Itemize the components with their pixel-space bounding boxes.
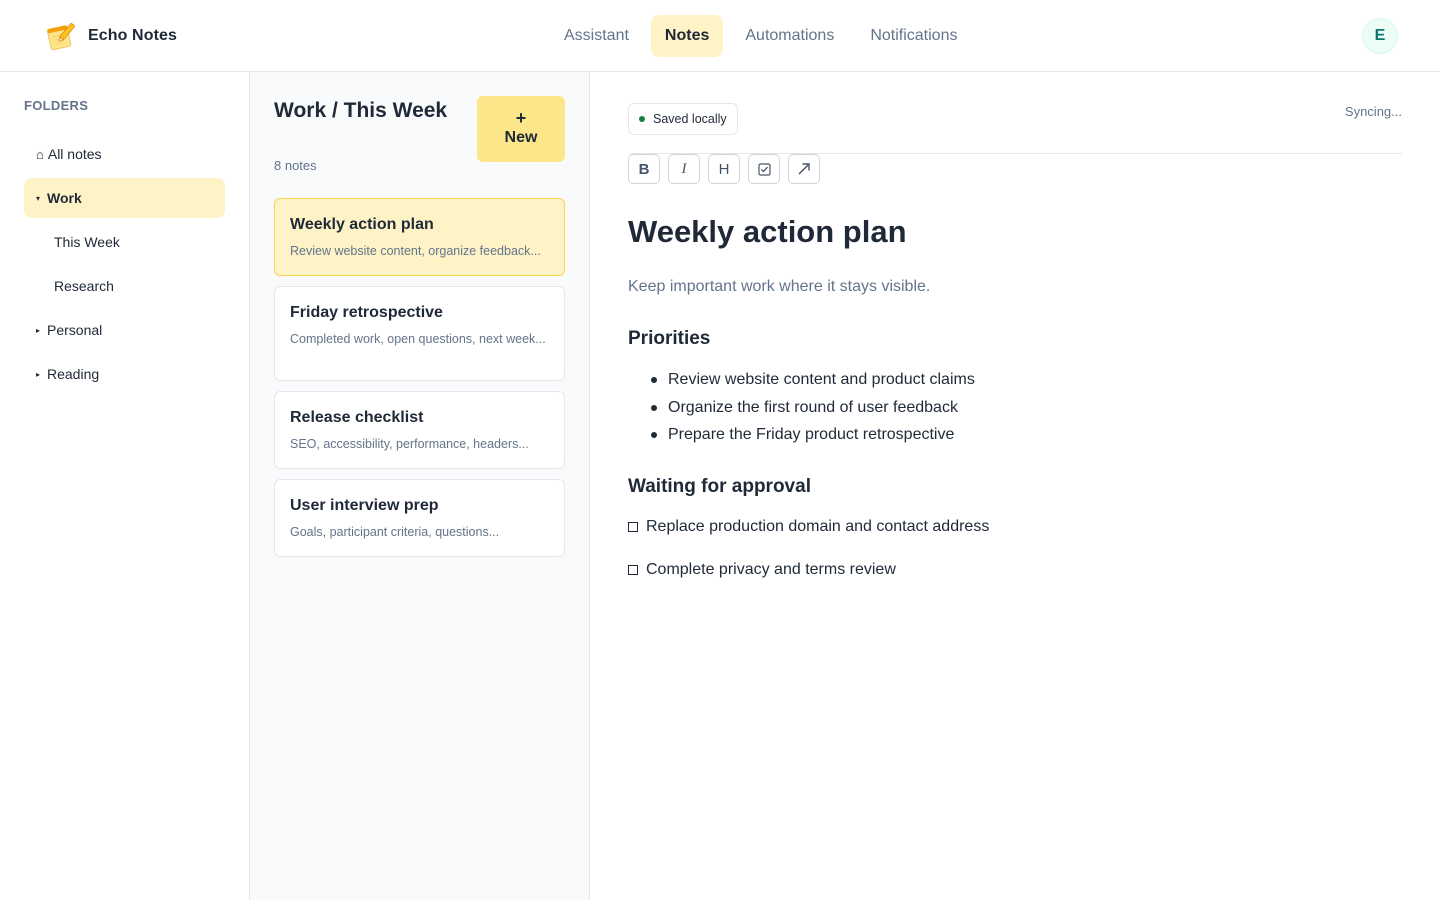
arrow-up-right-icon: [798, 163, 810, 175]
list-item[interactable]: Organize the first round of user feedbac…: [651, 398, 975, 426]
user-avatar[interactable]: E: [1362, 18, 1398, 54]
note-card-snippet: Review website content, organize feedbac…: [290, 244, 541, 258]
caret-right-icon[interactable]: ▸: [36, 326, 41, 335]
sidebar-item-work[interactable]: ▾ Work: [24, 178, 225, 218]
note-list-title: Work / This Week: [274, 99, 448, 122]
bullet-icon: [651, 432, 657, 438]
heading-button[interactable]: H: [708, 154, 740, 184]
notepad-pencil-icon: [47, 23, 75, 51]
sidebar-item-all-notes[interactable]: ⌂ All notes: [24, 134, 225, 174]
note-card-title: Release checklist: [290, 409, 424, 426]
section-heading-priorities[interactable]: Priorities: [628, 328, 710, 350]
sidebar-item-label: Reading: [47, 366, 100, 382]
app-name: Echo Notes: [88, 27, 178, 44]
bold-button[interactable]: B: [628, 154, 660, 184]
note-subtitle[interactable]: Keep important work where it stays visib…: [628, 278, 930, 296]
list-item-text: Review website content and product claim…: [668, 371, 975, 388]
sidebar-item-research[interactable]: Research: [24, 266, 225, 306]
status-dot-icon: [639, 116, 645, 122]
sidebar-item-this-week[interactable]: This Week: [24, 222, 225, 262]
saved-status-text: Saved locally: [653, 112, 727, 126]
note-card-friday-retrospective[interactable]: Friday retrospective Completed work, ope…: [274, 286, 565, 381]
bullet-icon: [651, 404, 657, 411]
folder-sidebar: FOLDERS ⌂ All notes ▾ Work This Week Res…: [0, 72, 250, 900]
list-item-text: Prepare the Friday product retrospective: [668, 426, 955, 443]
note-card-release-checklist[interactable]: Release checklist SEO, accessibility, pe…: [274, 391, 565, 469]
checkbox-icon[interactable]: [628, 522, 638, 532]
checklist-item[interactable]: Replace production domain and contact ad…: [628, 518, 989, 536]
tab-notes[interactable]: Notes: [650, 15, 724, 57]
checklist-item-label: Complete privacy and terms review: [646, 561, 896, 578]
italic-button[interactable]: I: [668, 154, 700, 184]
sync-status: Syncing...: [1344, 104, 1402, 119]
note-card-title: Weekly action plan: [290, 216, 434, 233]
new-note-label: New: [504, 129, 538, 146]
top-bar: Echo Notes Assistant Notes Automations N…: [0, 0, 1440, 72]
checkbox-icon[interactable]: [628, 565, 638, 575]
caret-down-icon[interactable]: ▾: [36, 194, 41, 203]
sidebar-item-label: All notes: [47, 146, 102, 162]
priorities-list: Review website content and product claim…: [651, 370, 975, 453]
tab-notifications[interactable]: Notifications: [856, 15, 971, 57]
note-card-title: Friday retrospective: [290, 304, 443, 321]
sidebar-item-label: This Week: [54, 234, 120, 250]
list-item[interactable]: Prepare the Friday product retrospective: [651, 425, 975, 453]
sidebar-item-personal[interactable]: ▸ Personal: [24, 310, 225, 350]
note-count: 8 notes: [274, 158, 317, 173]
note-card-weekly-action-plan[interactable]: Weekly action plan Review website conten…: [274, 198, 565, 276]
checklist-item[interactable]: Complete privacy and terms review: [628, 561, 896, 579]
sidebar-item-label: Research: [54, 278, 114, 294]
sidebar-item-label: Work: [47, 190, 82, 206]
plus-icon: +: [515, 108, 527, 128]
new-note-button[interactable]: + New: [477, 96, 565, 162]
home-icon: ⌂: [36, 146, 44, 162]
note-editor: Saved locally Syncing... B I H Weekly ac…: [590, 72, 1440, 900]
sidebar-item-label: Personal: [47, 322, 103, 338]
format-toolbar: B I H: [628, 154, 828, 184]
sidebar-item-reading[interactable]: ▸ Reading: [24, 354, 225, 394]
note-card-snippet: Goals, participant criteria, questions..…: [290, 525, 500, 539]
note-list-panel: Work / This Week 8 notes + New Weekly ac…: [250, 72, 590, 900]
note-card-snippet: SEO, accessibility, performance, headers…: [290, 437, 529, 451]
bullet-icon: [651, 377, 657, 383]
section-heading-waiting-for-approval[interactable]: Waiting for approval: [628, 476, 811, 498]
tab-automations[interactable]: Automations: [731, 15, 848, 57]
note-card-user-interview-prep[interactable]: User interview prep Goals, participant c…: [274, 479, 565, 557]
list-item[interactable]: Review website content and product claim…: [651, 370, 975, 398]
note-card-snippet: Completed work, open questions, next wee…: [290, 332, 546, 346]
note-card-title: User interview prep: [290, 497, 439, 514]
list-item-text: Organize the first round of user feedbac…: [668, 398, 958, 416]
checkbox-icon: [757, 162, 771, 176]
note-title[interactable]: Weekly action plan: [628, 214, 907, 250]
brand[interactable]: Echo Notes: [44, 20, 177, 52]
checklist-item-label: Replace production domain and contact ad…: [646, 518, 990, 535]
link-button[interactable]: [788, 154, 820, 184]
caret-right-icon[interactable]: ▸: [36, 370, 41, 379]
saved-status-badge: Saved locally: [628, 103, 738, 135]
main-nav: Assistant Notes Automations Notification…: [550, 15, 979, 57]
sidebar-heading: FOLDERS: [24, 98, 89, 113]
checklist-button[interactable]: [748, 154, 780, 184]
tab-assistant[interactable]: Assistant: [550, 15, 643, 57]
